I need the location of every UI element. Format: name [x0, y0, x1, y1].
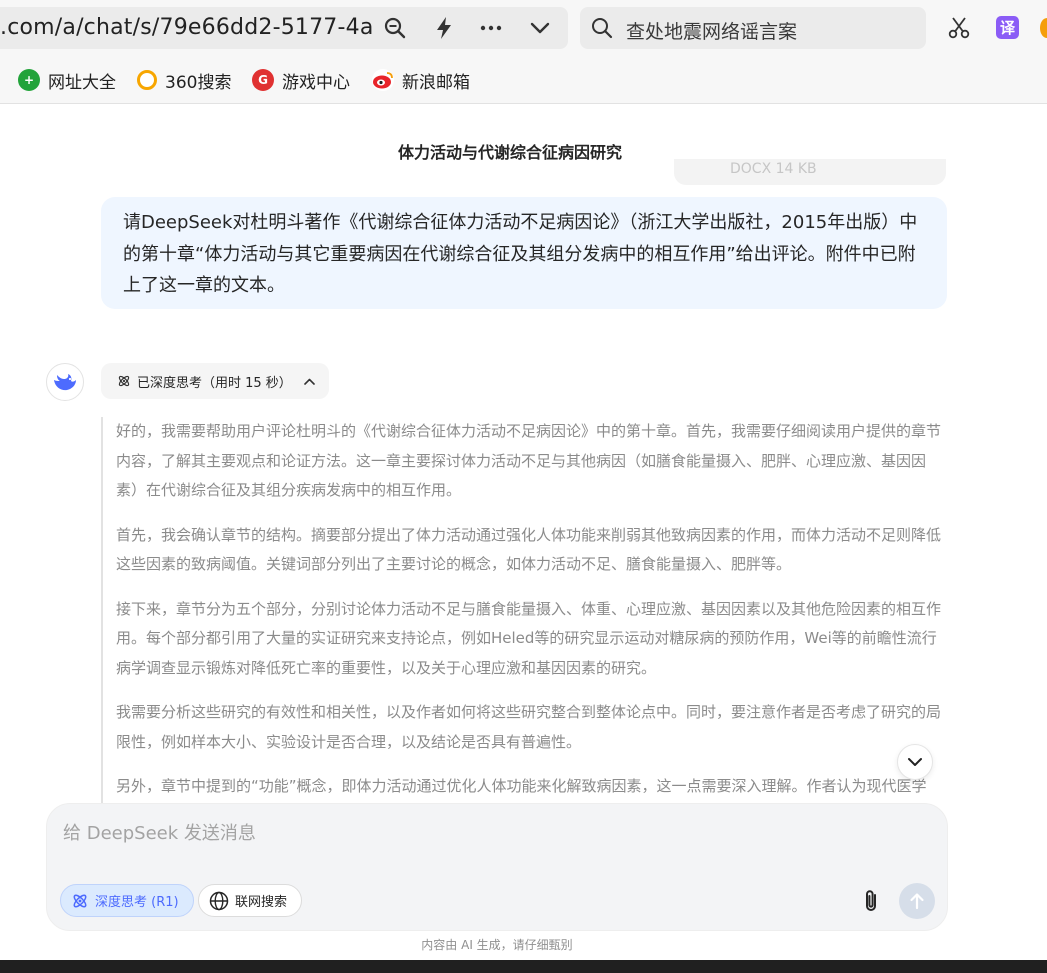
taskbar: [0, 960, 1047, 973]
atom-icon: [118, 375, 130, 387]
web-search-button[interactable]: 联网搜索: [198, 884, 303, 917]
message-input[interactable]: [63, 818, 923, 848]
browser-toolbar: .com/a/chat/s/79e66dd2-5177-4aec-b 查处地震网…: [0, 0, 1047, 56]
web-search-label: 联网搜索: [235, 895, 288, 910]
deep-think-label: 已深度思考（用时 15 秒）: [137, 375, 292, 391]
send-button[interactable]: [899, 883, 935, 919]
attach-file-button[interactable]: [855, 884, 887, 917]
thinking-paragraph: 接下来，章节分为五个部分，分别讨论体力活动不足与膳食能量摄入、体重、心理应激、基…: [116, 599, 942, 677]
bookmark-label: 网址大全: [48, 72, 116, 93]
bookmark-label: 360搜索: [165, 72, 232, 93]
chevron-down-icon[interactable]: [525, 14, 555, 42]
url-text[interactable]: .com/a/chat/s/79e66dd2-5177-4aec-b: [0, 15, 374, 43]
user-message: 请DeepSeek对杜明斗著作《代谢综合征体力活动不足病因论》（浙江大学出版社，…: [101, 197, 947, 309]
ai-disclaimer: 内容由 AI 生成，请仔细甄别: [421, 938, 573, 952]
scissors-icon[interactable]: [945, 14, 973, 42]
game-icon: G: [252, 69, 274, 91]
address-bar[interactable]: .com/a/chat/s/79e66dd2-5177-4aec-b: [0, 7, 568, 49]
bookmark-label: 游戏中心: [282, 72, 350, 93]
deepseek-whale-icon: [54, 374, 76, 391]
globe-icon: [209, 891, 229, 910]
atom-icon: [73, 894, 87, 907]
message-composer: 深度思考 (R1) 联网搜索: [46, 803, 948, 931]
bookmark-label: 新浪邮箱: [402, 72, 470, 93]
thinking-paragraph: 另外，章节中提到的“功能”概念，即体力活动通过优化人体功能来化解致病因素，这一点…: [116, 777, 927, 795]
bookmark-360-search[interactable]: 360搜索: [137, 68, 232, 93]
search-icon: [592, 18, 613, 39]
bookmark-sina-mail[interactable]: 新浪邮箱: [372, 68, 470, 93]
deepseek-avatar: [46, 363, 84, 401]
arrow-up-icon: [910, 893, 924, 910]
extension-icon[interactable]: [1040, 18, 1047, 38]
weibo-icon: [372, 69, 394, 91]
thinking-content: 好的，我需要帮助用户评论杜明斗的《代谢综合征体力活动不足病因论》中的第十章。首先…: [101, 417, 951, 817]
browser-search-box[interactable]: 查处地震网络谣言案: [580, 7, 926, 49]
search-query[interactable]: 查处地震网络谣言案: [626, 17, 797, 44]
thinking-paragraph: 我需要分析这些研究的有效性和相关性，以及作者如何将这些研究整合到整体论点中。同时…: [116, 703, 942, 751]
attachment-label: DOCX 14 KB: [730, 161, 817, 177]
bookmark-game-center[interactable]: G 游戏中心: [252, 68, 350, 93]
chevron-down-icon: [908, 758, 922, 766]
translate-icon[interactable]: 译: [996, 16, 1019, 39]
chevron-up-icon: [304, 378, 315, 385]
scroll-to-bottom-button[interactable]: [897, 744, 933, 780]
thinking-paragraph: 首先，我会确认章节的结构。摘要部分提出了体力活动通过强化人体功能来削弱其他致病因…: [116, 525, 942, 574]
globe-plus-icon: +: [18, 69, 40, 91]
chat-page: 体力活动与代谢综合征病因研究 DOCX 14 KB 请DeepSeek对杜明斗著…: [0, 105, 1047, 960]
bookmarks-bar: + 网址大全 360搜索 G 游戏中心 新浪邮箱: [0, 56, 1047, 104]
deep-think-toggle[interactable]: 已深度思考（用时 15 秒）: [101, 363, 329, 399]
360-icon: [137, 70, 157, 90]
bookmark-wangzhidaquan[interactable]: + 网址大全: [18, 68, 116, 93]
deep-think-r1-button[interactable]: 深度思考 (R1): [60, 884, 194, 917]
deep-think-r1-label: 深度思考 (R1): [95, 895, 179, 910]
more-icon[interactable]: [476, 14, 506, 42]
thinking-paragraph: 好的，我需要帮助用户评论杜明斗的《代谢综合征体力活动不足病因论》中的第十章。首先…: [116, 422, 942, 499]
attachment-chip[interactable]: DOCX 14 KB: [674, 159, 946, 185]
paperclip-icon: [866, 889, 876, 911]
lightning-icon[interactable]: [429, 14, 459, 42]
zoom-icon[interactable]: [380, 14, 410, 42]
